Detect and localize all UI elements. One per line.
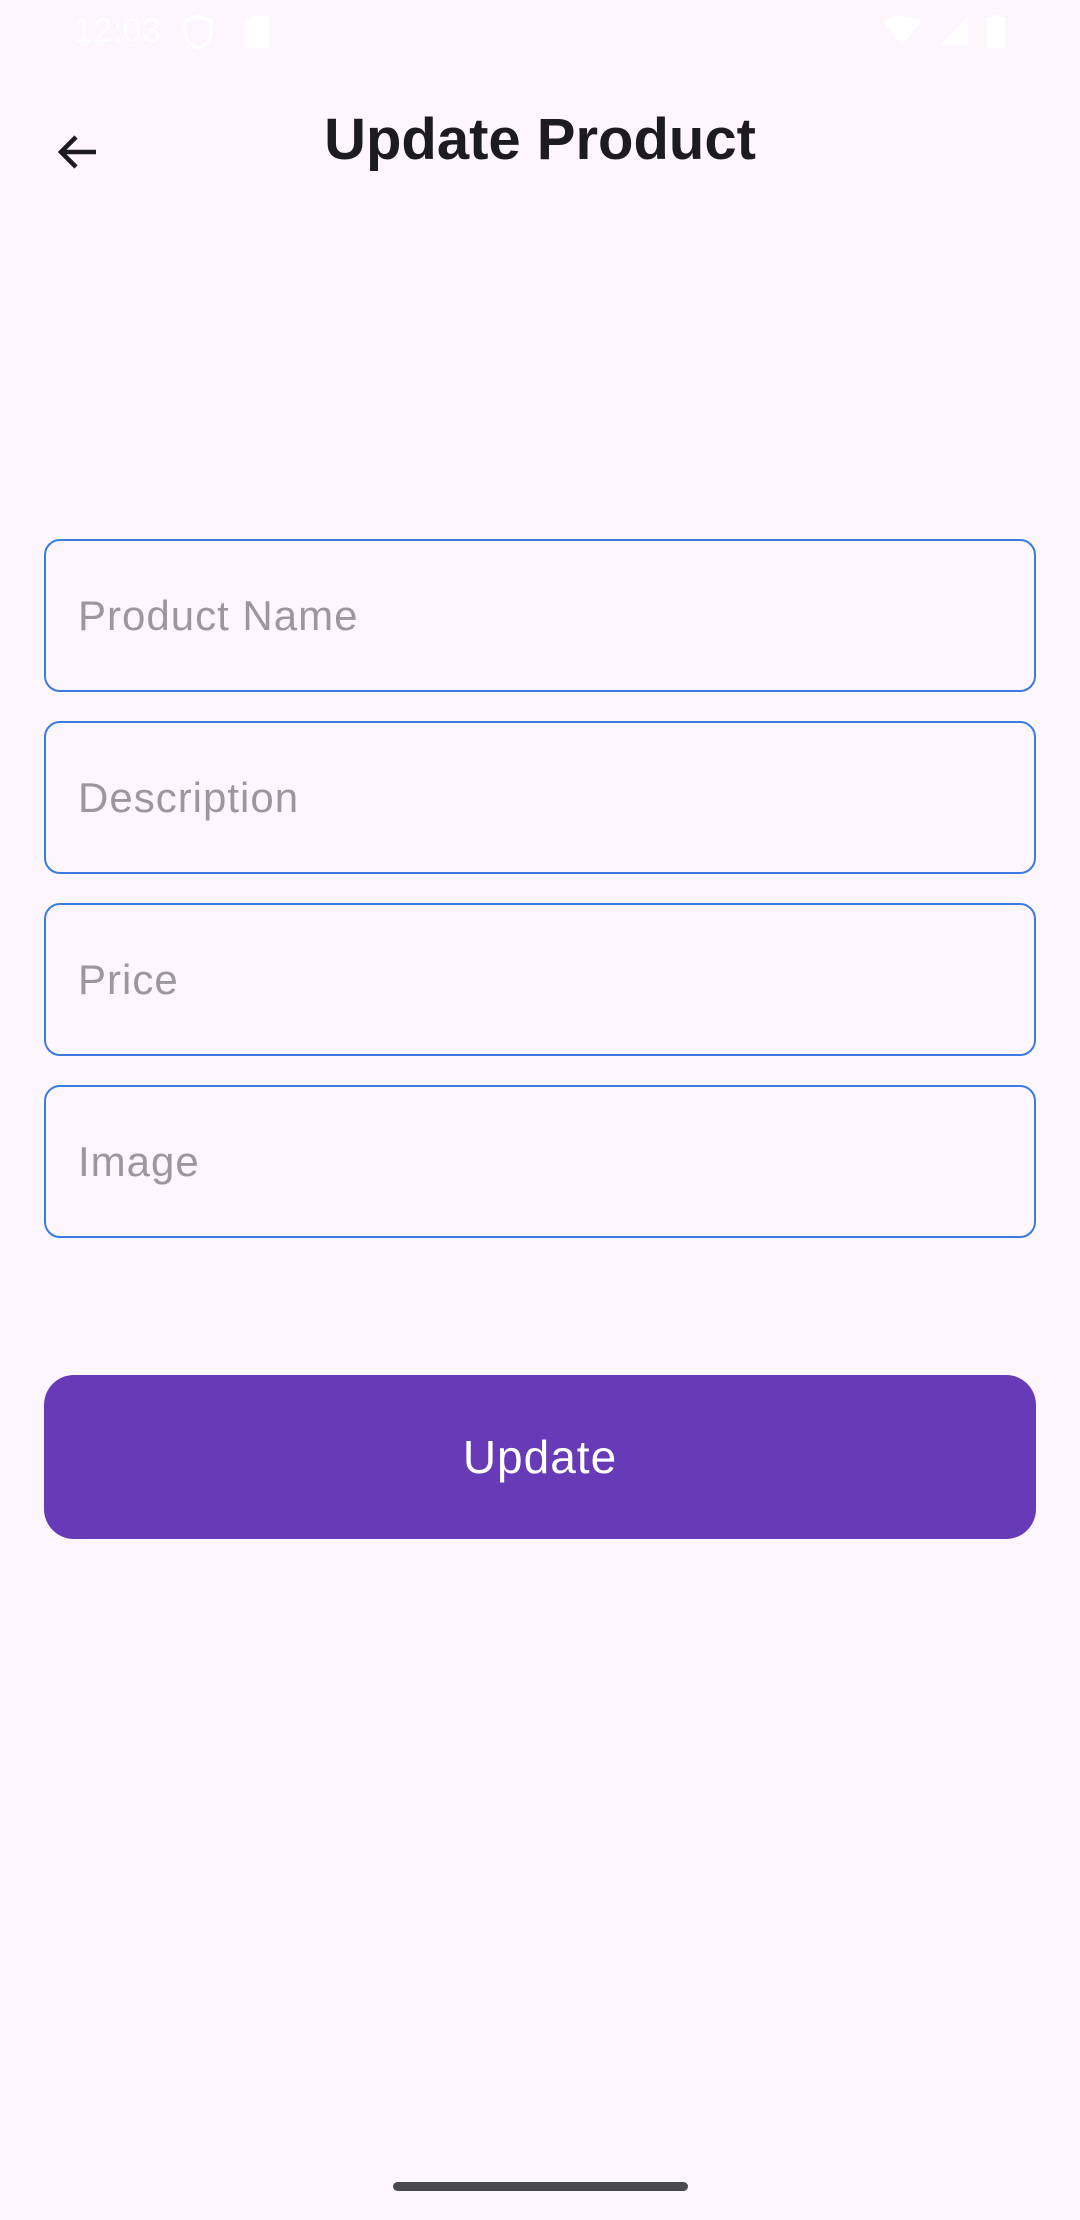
product-name-input[interactable] xyxy=(46,541,1034,690)
price-field xyxy=(44,903,1036,1056)
battery-icon xyxy=(986,14,1006,48)
sd-card-icon xyxy=(242,14,272,50)
status-left-icons xyxy=(182,14,272,50)
description-input[interactable] xyxy=(46,723,1034,872)
update-product-form xyxy=(44,539,1036,1267)
price-input[interactable] xyxy=(46,905,1034,1054)
wifi-icon xyxy=(882,15,922,47)
product-name-field xyxy=(44,539,1036,692)
image-field xyxy=(44,1085,1036,1238)
image-input[interactable] xyxy=(46,1087,1034,1236)
shield-icon xyxy=(182,14,214,50)
top-app-bar: Update Product xyxy=(0,66,1080,218)
status-right-icons xyxy=(882,14,1006,48)
status-time: 12:03 xyxy=(74,12,162,50)
page-title: Update Product xyxy=(324,107,756,172)
description-field xyxy=(44,721,1036,874)
home-indicator[interactable] xyxy=(393,2182,688,2191)
status-bar: 12:03 xyxy=(0,0,1080,66)
cellular-signal-icon xyxy=(938,15,970,47)
update-button[interactable]: Update xyxy=(44,1375,1036,1539)
